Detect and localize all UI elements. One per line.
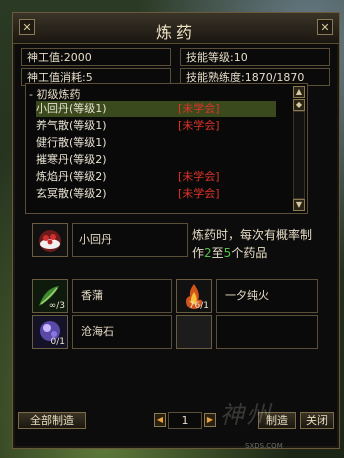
quantity-value: 1: [181, 414, 189, 427]
recipe-status: [未学会]: [178, 187, 220, 200]
skill-level-value: 10: [233, 51, 248, 64]
material-slot[interactable]: 0/1: [32, 315, 68, 349]
recipe-row[interactable]: 炼焰丹 (等级2) [未学会]: [36, 169, 276, 185]
divine-value-label: 神工值:: [27, 51, 64, 64]
title-bar[interactable]: ✕ 炼药 ✕: [13, 13, 339, 44]
product-description: 炼药时，每次有概率制作2至5个药品: [192, 226, 320, 262]
divine-value: 2000: [63, 51, 92, 64]
scroll-down-button[interactable]: ▼: [293, 199, 305, 211]
material-count: 0/1: [50, 337, 65, 347]
recipe-name: 炼焰丹: [36, 170, 69, 183]
close-text-button[interactable]: 关闭: [300, 412, 334, 429]
recipe-name: 玄冥散: [36, 187, 69, 200]
product-name: 小回丹: [79, 233, 112, 246]
product-name-box: 小回丹: [72, 223, 188, 257]
recipe-row[interactable]: 玄冥散 (等级2) [未学会]: [36, 186, 276, 202]
quantity-decrease-button[interactable]: ◀: [154, 413, 166, 427]
quantity-increase-button[interactable]: ▶: [204, 413, 216, 427]
watermark-url: SXDS.COM: [245, 442, 283, 450]
recipe-row[interactable]: 摧寒丹 (等级2): [36, 152, 276, 168]
scroll-up-button[interactable]: ▲: [293, 86, 305, 98]
recipe-status: [未学会]: [178, 119, 220, 132]
material-name: 香蒲: [81, 289, 103, 302]
quantity-input[interactable]: 1: [168, 412, 202, 429]
skill-level-label: 技能等级:: [186, 51, 234, 64]
recipe-row[interactable]: 小回丹 (等级1) [未学会]: [36, 101, 276, 117]
material-name-box: 香蒲: [72, 279, 172, 313]
recipe-name: 健行散: [36, 136, 69, 149]
recipe-row[interactable]: 健行散 (等级1): [36, 135, 276, 151]
recipe-level: (等级2): [69, 187, 107, 200]
make-all-button[interactable]: 全部制造: [18, 412, 86, 429]
recipe-level: (等级1): [69, 136, 107, 149]
recipe-status: [未学会]: [178, 170, 220, 183]
recipe-level: (等级1): [69, 102, 107, 115]
scroll-track[interactable]: [293, 111, 305, 199]
material-name: 沧海石: [81, 325, 114, 338]
divine-value-field: 神工值:2000: [21, 48, 171, 66]
recipe-name: 摧寒丹: [36, 153, 69, 166]
pill-icon: [39, 230, 61, 252]
material-slot[interactable]: ∞/3: [32, 279, 68, 313]
recipe-name: 小回丹: [36, 102, 69, 115]
recipe-status: [未学会]: [178, 102, 220, 115]
close-button[interactable]: ✕: [317, 19, 333, 35]
recipe-list: - 初级炼药 小回丹 (等级1) [未学会] 养气散 (等级1) [未学会] 健行散 (等…: [25, 83, 308, 214]
recipe-row[interactable]: 养气散 (等级1) [未学会]: [36, 118, 276, 134]
recipe-category[interactable]: - 初级炼药: [29, 86, 80, 102]
material-count: ∞/3: [48, 301, 65, 311]
material-slot[interactable]: 76/1: [176, 279, 212, 313]
material-name: 一夕纯火: [225, 289, 269, 302]
recipe-level: (等级2): [69, 153, 107, 166]
desc-post: 个药品: [231, 246, 268, 260]
scroll-thumb[interactable]: ◆: [293, 99, 305, 111]
product-slot[interactable]: [32, 223, 68, 257]
recipe-level: (等级2): [69, 170, 107, 183]
material-name-box: 沧海石: [72, 315, 172, 349]
skill-level-field: 技能等级:10: [180, 48, 330, 66]
empty-material-slot[interactable]: [176, 315, 212, 349]
watermark-logo: 神州: [220, 401, 272, 429]
desc-min: 2: [204, 246, 212, 260]
material-count: 76/1: [188, 301, 209, 311]
recipe-name: 养气散: [36, 119, 69, 132]
material-name-box: 一夕纯火: [216, 279, 318, 313]
desc-mid: 至: [211, 246, 224, 260]
empty-material-name-box: [216, 315, 318, 349]
window-title: 炼药: [155, 23, 196, 42]
recipe-scrollbar[interactable]: ▲ ◆ ▼: [293, 86, 305, 211]
recipe-level: (等级1): [69, 119, 107, 132]
